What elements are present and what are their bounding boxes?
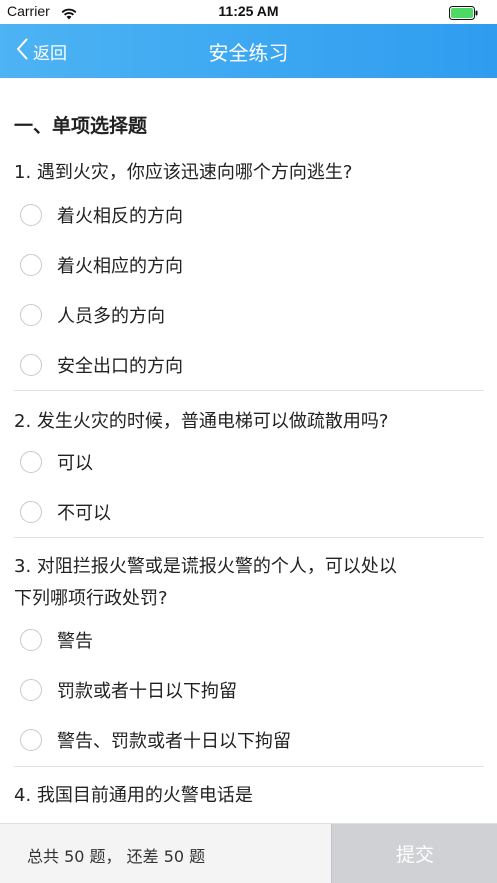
option-label: 着火相反的方向 (57, 206, 183, 227)
question-2-text: 2. 发生火灾的时候，普通电梯可以做疏散用吗? (14, 411, 389, 432)
question-1-option-1[interactable]: 着火相反的方向 (20, 200, 183, 230)
question-4-text: 4. 我国目前通用的火警电话是 (14, 785, 253, 806)
option-label: 不可以 (57, 503, 111, 524)
radio-button[interactable] (20, 451, 42, 473)
question-1-option-4[interactable]: 安全出口的方向 (20, 350, 183, 380)
radio-button[interactable] (20, 204, 42, 226)
section-heading: 一、单项选择题 (14, 115, 148, 137)
radio-button[interactable] (20, 304, 42, 326)
question-3-option-2[interactable]: 罚款或者十日以下拘留 (20, 675, 237, 705)
nav-bar: 返回 安全练习 (0, 24, 497, 78)
option-label: 着火相应的方向 (57, 256, 183, 277)
option-label: 人员多的方向 (57, 306, 165, 327)
page-title: 安全练习 (208, 41, 289, 65)
divider (14, 390, 484, 391)
question-3-option-3[interactable]: 警告、罚款或者十日以下拘留 (20, 725, 291, 755)
battery-icon (449, 5, 479, 24)
option-label: 可以 (57, 453, 93, 474)
question-3-option-1[interactable]: 警告 (20, 625, 93, 655)
radio-button[interactable] (20, 354, 42, 376)
option-label: 警告 (57, 631, 93, 652)
submit-button[interactable]: 提交 (331, 824, 497, 883)
question-2-option-1[interactable]: 可以 (20, 447, 93, 477)
radio-button[interactable] (20, 254, 42, 276)
option-label: 安全出口的方向 (57, 356, 183, 377)
question-list[interactable]: 一、单项选择题 1. 遇到火灾，你应该迅速向哪个方向逃生? 着火相反的方向 着火… (0, 78, 497, 823)
radio-button[interactable] (20, 679, 42, 701)
footer-bar: 总共 50 题， 还差 50 题 提交 (0, 823, 497, 883)
radio-button[interactable] (20, 629, 42, 651)
option-label: 罚款或者十日以下拘留 (57, 681, 237, 702)
status-bar: Carrier 11:25 AM (0, 0, 497, 24)
question-3-text-line1: 3. 对阻拦报火警或是谎报火警的个人，可以处以 (14, 556, 397, 577)
progress-summary: 总共 50 题， 还差 50 题 (27, 847, 206, 866)
option-label: 警告、罚款或者十日以下拘留 (57, 731, 291, 752)
radio-button[interactable] (20, 501, 42, 523)
divider (14, 537, 484, 538)
question-1-option-2[interactable]: 着火相应的方向 (20, 250, 183, 280)
question-3-text-line2: 下列哪项行政处罚? (14, 588, 168, 609)
divider (14, 766, 484, 767)
status-time: 11:25 AM (218, 3, 279, 19)
question-1-option-3[interactable]: 人员多的方向 (20, 300, 165, 330)
radio-button[interactable] (20, 729, 42, 751)
question-2-option-2[interactable]: 不可以 (20, 497, 111, 527)
question-1-text: 1. 遇到火灾，你应该迅速向哪个方向逃生? (14, 162, 353, 183)
